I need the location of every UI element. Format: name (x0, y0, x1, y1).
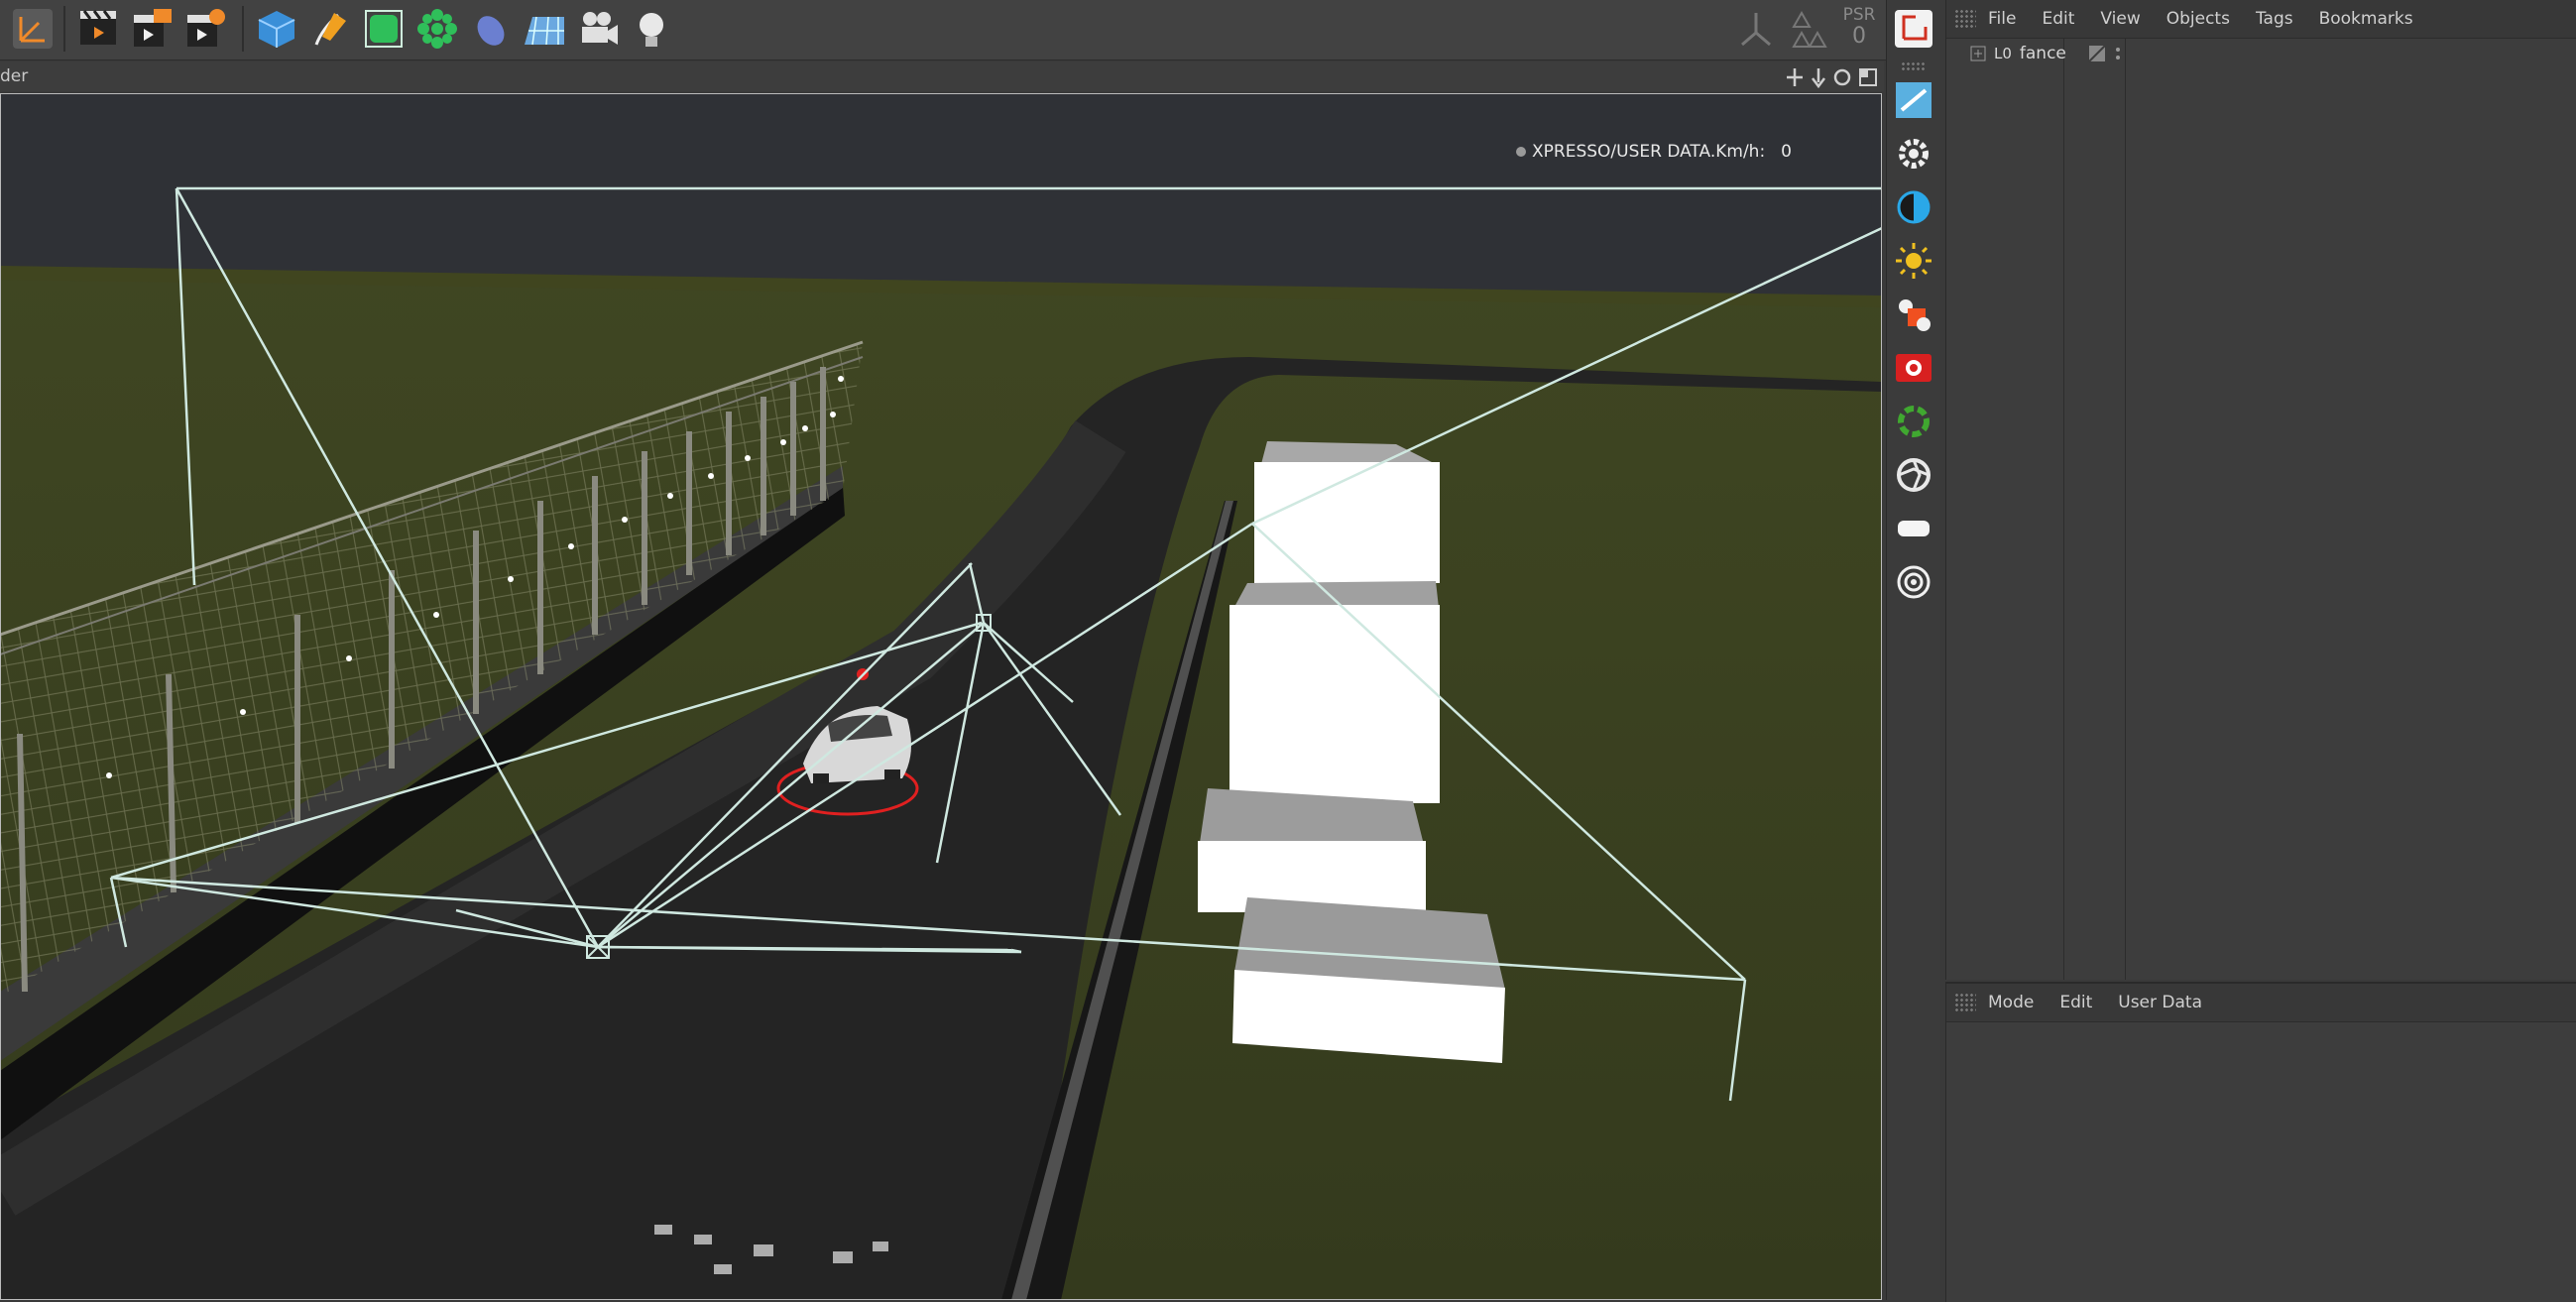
panel-grip-icon[interactable] (1954, 993, 1976, 1012)
pen-spline-icon[interactable] (305, 4, 355, 54)
psr-label: PSR (1842, 5, 1876, 25)
viewport-header: der (0, 61, 1884, 91)
refresh-green-icon[interactable] (1891, 399, 1936, 444)
menu-mode[interactable]: Mode (1988, 993, 2034, 1012)
xpresso-hud: XPRESSO/USER DATA.Km/h: 0 (1516, 142, 1792, 162)
render-view-icon[interactable] (73, 4, 123, 54)
object-manager-menu: File Edit View Objects Tags Bookmarks (1946, 0, 2576, 39)
floor-icon[interactable] (520, 4, 569, 54)
target-icon[interactable] (1891, 559, 1936, 605)
gear-icon[interactable] (1891, 131, 1936, 177)
animate-icon[interactable] (1891, 77, 1936, 123)
menu-tags[interactable]: Tags (2256, 9, 2293, 29)
expand-icon[interactable] (1970, 46, 1986, 61)
viewport-menu-label[interactable]: der (0, 66, 28, 86)
menu-view[interactable]: View (2100, 9, 2140, 29)
light-icon[interactable] (627, 4, 676, 54)
hud-label: XPRESSO/USER DATA.Km/h: (1532, 142, 1766, 162)
cloner-icon[interactable] (412, 4, 462, 54)
psr-indicator[interactable]: PSR 0 (1836, 4, 1882, 54)
sculpt-layout-icon[interactable] (1891, 292, 1936, 337)
render-picture-viewer-icon[interactable] (127, 4, 176, 54)
menu-edit[interactable]: Edit (2042, 9, 2074, 29)
attribute-manager-menu: Mode Edit User Data (1946, 984, 2576, 1022)
layer-badge: L0 (1994, 45, 2012, 62)
menu-attr-edit[interactable]: Edit (2059, 993, 2092, 1012)
axis-lock-icon[interactable] (1731, 4, 1781, 54)
subdivision-icon[interactable] (359, 4, 409, 54)
viewport-nav-icons[interactable] (1785, 66, 1880, 88)
deformer-icon[interactable] (466, 4, 516, 54)
coordinate-system-icon[interactable] (8, 4, 58, 54)
menu-file[interactable]: File (1988, 9, 2016, 29)
panel-grip-icon[interactable] (1954, 9, 1976, 29)
main-toolbar: PSR 0 (0, 0, 1939, 60)
camera-icon[interactable] (573, 4, 623, 54)
menu-objects[interactable]: Objects (2166, 9, 2230, 29)
hud-value: 0 (1781, 142, 1792, 162)
hud-dot-icon (1516, 147, 1526, 157)
null-object-icon (2088, 45, 2106, 62)
object-manager: File Edit View Objects Tags Bookmarks L0… (1945, 0, 2576, 980)
scene-render (1, 94, 1881, 1299)
menu-user-data[interactable]: User Data (2118, 993, 2202, 1012)
layout-icon-strip (1886, 0, 1940, 1300)
layout-switch-icon[interactable] (1891, 4, 1936, 54)
sun-icon[interactable] (1891, 238, 1936, 284)
capsule-icon[interactable] (1891, 506, 1936, 551)
cube-icon[interactable] (252, 4, 301, 54)
contrast-icon[interactable] (1891, 184, 1936, 230)
visibility-dots-icon[interactable] (2114, 45, 2122, 62)
render-settings-icon[interactable] (180, 4, 230, 54)
3d-viewport[interactable]: XPRESSO/USER DATA.Km/h: 0 (0, 93, 1882, 1300)
object-name[interactable]: fance (2020, 44, 2066, 63)
aperture-icon[interactable] (1891, 452, 1936, 498)
attribute-manager: Mode Edit User Data (1945, 982, 2576, 1302)
object-row-fance[interactable]: L0 fance (1970, 44, 2122, 63)
menu-bookmarks[interactable]: Bookmarks (2319, 9, 2413, 29)
world-coordinate-icon[interactable] (1781, 4, 1830, 54)
camera-record-icon[interactable] (1891, 345, 1936, 391)
psr-value: 0 (1852, 24, 1866, 49)
